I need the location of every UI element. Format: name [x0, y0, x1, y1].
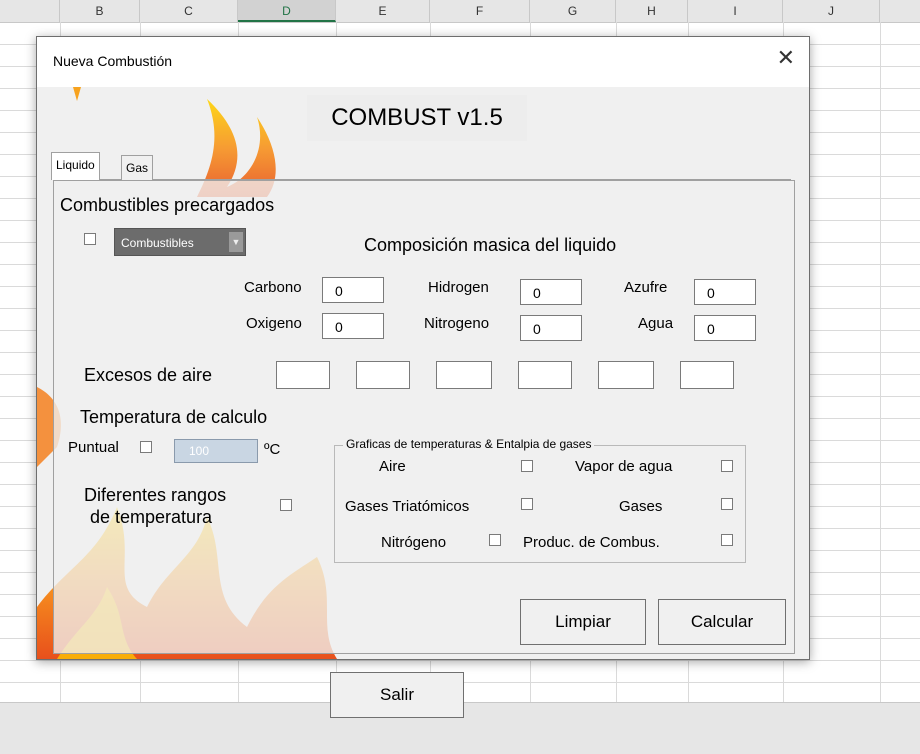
temperature-input[interactable]: 100	[174, 439, 258, 463]
exceso-input-4[interactable]	[518, 361, 572, 389]
col-header-f[interactable]: F	[430, 0, 530, 22]
chevron-down-icon[interactable]: ▼	[229, 232, 243, 252]
col-header-d[interactable]: D	[238, 0, 336, 22]
tab-gas[interactable]: Gas	[121, 155, 154, 180]
agua-label: Agua	[638, 315, 674, 332]
col-header-h[interactable]: H	[616, 0, 688, 22]
graphs-caption: Graficas de temperaturas & Entalpia de g…	[343, 437, 595, 451]
triatomicos-checkbox[interactable]	[521, 498, 533, 510]
corner-cell[interactable]	[0, 0, 60, 22]
salir-button[interactable]: Salir	[330, 672, 464, 718]
precargados-checkbox[interactable]	[84, 233, 96, 245]
nitrogeno-graph-label: Nitrógeno	[381, 534, 447, 551]
carbono-label: Carbono	[244, 279, 302, 296]
dialog-title: Nueva Combustión	[53, 53, 173, 69]
gases-checkbox[interactable]	[721, 498, 733, 510]
nitrogeno-label: Nitrogeno	[424, 315, 490, 332]
aire-label: Aire	[379, 458, 406, 475]
oxigeno-input[interactable]: 0	[322, 313, 384, 339]
vapor-label: Vapor de agua	[575, 458, 673, 475]
combustion-dialog: Nueva Combustión ✕ COMBUST v1.5 Liquido …	[36, 36, 810, 660]
tab-pane-liquido: Combustibles precargados Combustibles ▼ …	[53, 180, 795, 654]
exceso-input-1[interactable]	[276, 361, 330, 389]
composition-heading: Composición masica del liquido	[364, 235, 617, 255]
vapor-checkbox[interactable]	[721, 460, 733, 472]
combustibles-combo[interactable]: Combustibles ▼	[114, 228, 246, 256]
triatomicos-label: Gases Triatómicos	[345, 498, 470, 515]
hidrogen-label: Hidrogen	[428, 279, 489, 296]
exceso-input-5[interactable]	[598, 361, 654, 389]
celsius-unit: ºC	[264, 441, 281, 458]
nitrogeno-graph-checkbox[interactable]	[489, 534, 501, 546]
col-header-i[interactable]: I	[688, 0, 783, 22]
close-icon[interactable]: ✕	[777, 45, 795, 71]
exceso-input-3[interactable]	[436, 361, 492, 389]
productos-checkbox[interactable]	[721, 534, 733, 546]
combo-value: Combustibles	[121, 236, 194, 250]
oxigeno-label: Oxigeno	[246, 315, 302, 332]
temperatura-heading: Temperatura de calculo	[80, 407, 268, 427]
agua-input[interactable]: 0	[694, 315, 756, 341]
sheet-col-line	[880, 22, 881, 753]
hidrogen-input[interactable]: 0	[520, 279, 582, 305]
precargados-heading: Combustibles precargados	[60, 195, 275, 215]
column-header-bar: B C D E F G H I J	[0, 0, 920, 23]
aire-checkbox[interactable]	[521, 460, 533, 472]
gases-label: Gases	[619, 498, 663, 515]
excesos-label: Excesos de aire	[84, 365, 213, 385]
productos-label: Produc. de Combus.	[523, 534, 660, 551]
tab-strip: Liquido Gas	[51, 152, 791, 180]
carbono-input[interactable]: 0	[322, 277, 384, 303]
col-header-g[interactable]: G	[530, 0, 616, 22]
rangos-label-line1: Diferentes rangos	[84, 485, 227, 505]
col-header-e[interactable]: E	[336, 0, 430, 22]
app-title: COMBUST v1.5	[307, 95, 527, 141]
col-header-j[interactable]: J	[783, 0, 880, 22]
calcular-button[interactable]: Calcular	[658, 599, 786, 645]
exceso-input-2[interactable]	[356, 361, 410, 389]
puntual-label: Puntual	[68, 439, 119, 456]
dialog-titlebar: Nueva Combustión ✕	[37, 37, 809, 87]
rangos-checkbox[interactable]	[280, 499, 292, 511]
limpiar-button[interactable]: Limpiar	[520, 599, 646, 645]
nitrogeno-input[interactable]: 0	[520, 315, 582, 341]
tab-liquido[interactable]: Liquido	[51, 152, 100, 180]
puntual-checkbox[interactable]	[140, 441, 152, 453]
exceso-input-6[interactable]	[680, 361, 734, 389]
azufre-label: Azufre	[624, 279, 668, 296]
col-header-b[interactable]: B	[60, 0, 140, 22]
col-header-c[interactable]: C	[140, 0, 238, 22]
graphs-frame: Graficas de temperaturas & Entalpia de g…	[334, 437, 746, 563]
rangos-label-line2: de temperatura	[90, 507, 213, 527]
azufre-input[interactable]: 0	[694, 279, 756, 305]
sheet-row-line	[0, 660, 920, 661]
